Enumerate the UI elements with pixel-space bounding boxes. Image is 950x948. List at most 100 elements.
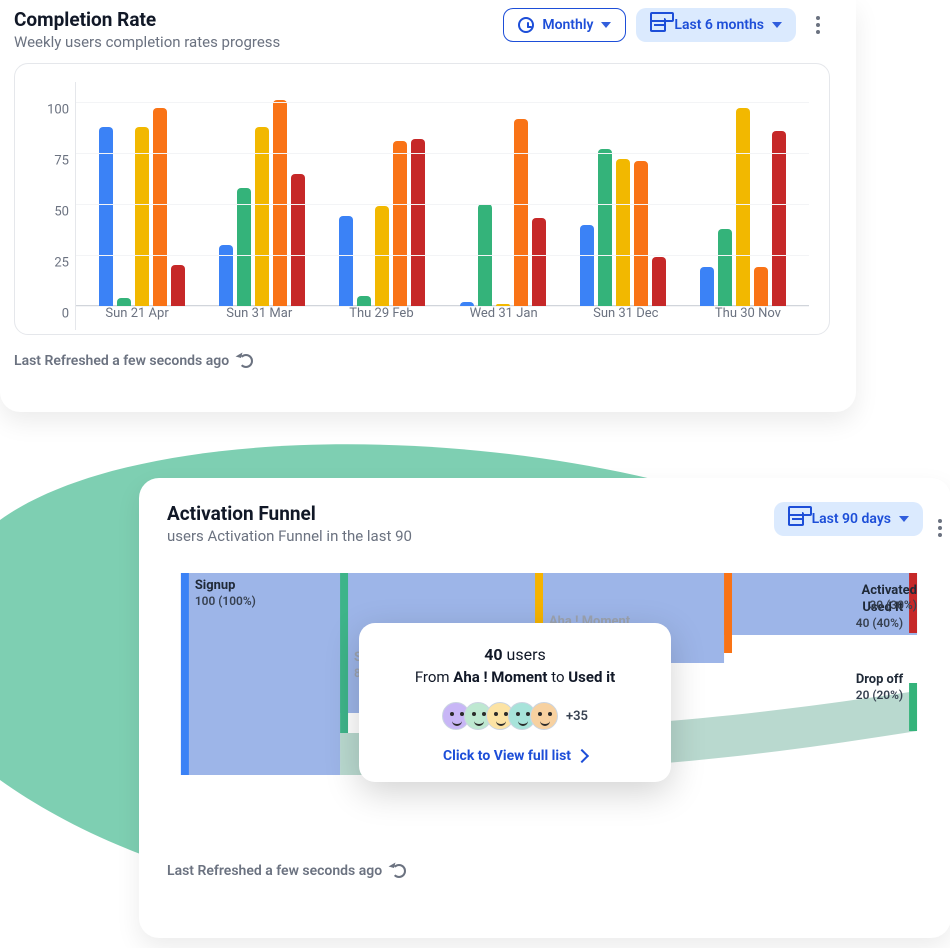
xtick: Sun 31 Dec — [565, 306, 687, 330]
tooltip-from-prefix: From — [415, 668, 453, 686]
range-label: Last 6 months — [674, 17, 764, 33]
funnel-bar-used — [724, 573, 732, 653]
range-dropdown[interactable]: Last 6 months — [636, 8, 796, 42]
period-label: Monthly — [542, 17, 593, 33]
bar[interactable] — [598, 149, 612, 306]
completion-yaxis: 0255075100 — [35, 82, 75, 330]
bar[interactable] — [772, 131, 786, 306]
tooltip-path: From Aha ! Moment to Used it — [377, 668, 653, 686]
gridline — [76, 204, 809, 205]
bar[interactable] — [652, 257, 666, 306]
tooltip-count-suffix: users — [503, 645, 546, 664]
chevron-down-icon — [601, 22, 611, 28]
completion-refreshed-text: Last Refreshed a few seconds ago — [14, 353, 229, 369]
funnel-bar-setup — [340, 573, 348, 733]
bar[interactable] — [219, 245, 233, 306]
bar-group — [82, 82, 202, 306]
bar[interactable] — [718, 229, 732, 306]
xtick: Thu 30 Nov — [687, 306, 809, 330]
tooltip-from-stage: Aha ! Moment — [453, 668, 547, 686]
xtick: Sun 31 Mar — [198, 306, 320, 330]
bar-group — [563, 82, 683, 306]
dots-vertical-icon — [816, 23, 820, 27]
funnel-bar-signup — [181, 573, 189, 775]
bar-group — [443, 82, 563, 306]
bar[interactable] — [153, 108, 167, 306]
tooltip-view-full-list-link[interactable]: Click to View full list — [443, 748, 587, 764]
completion-refreshed: Last Refreshed a few seconds ago — [14, 353, 830, 369]
bar-group — [683, 82, 803, 306]
activation-funnel-card: Activation Funnel users Activation Funne… — [139, 478, 950, 938]
activation-subtitle: users Activation Funnel in the last 90 — [167, 527, 412, 545]
tooltip-to-stage: Used it — [568, 668, 615, 686]
bar[interactable] — [171, 265, 185, 306]
xtick: Wed 31 Jan — [443, 306, 565, 330]
bar[interactable] — [580, 225, 594, 306]
activation-more-menu[interactable] — [928, 516, 950, 540]
gridline — [76, 255, 809, 256]
refresh-icon[interactable] — [239, 354, 253, 368]
bar[interactable] — [736, 108, 750, 306]
bar[interactable] — [616, 159, 630, 306]
bar[interactable] — [291, 174, 305, 306]
tooltip-count: 40 — [484, 645, 502, 664]
tooltip-headline: 40 users — [377, 645, 653, 664]
arrow-right-icon — [575, 749, 589, 763]
gridline — [76, 102, 809, 103]
bar[interactable] — [237, 188, 251, 306]
bar[interactable] — [273, 100, 287, 306]
funnel-stage-dropoff-sub: 20 (20%) — [856, 688, 903, 702]
xtick: Sun 21 Apr — [76, 306, 198, 330]
bar-group — [202, 82, 322, 306]
tooltip-more-count: +35 — [566, 709, 588, 724]
bar[interactable] — [393, 141, 407, 306]
funnel-stage-signup-sub: 100 (100%) — [195, 594, 256, 608]
bar[interactable] — [375, 206, 389, 306]
gridline — [76, 153, 809, 154]
bar[interactable] — [339, 216, 353, 306]
completion-rate-card: Completion Rate Weekly users completion … — [0, 0, 856, 412]
bar[interactable] — [754, 267, 768, 306]
ytick: 25 — [54, 256, 69, 271]
completion-plot: Sun 21 AprSun 31 MarThu 29 FebWed 31 Jan… — [75, 82, 809, 330]
calendar-icon — [788, 512, 804, 526]
ytick: 0 — [62, 307, 69, 322]
bar[interactable] — [634, 161, 648, 306]
clock-icon — [518, 17, 534, 33]
completion-more-menu[interactable] — [806, 13, 830, 37]
funnel-stage-signup: Signup — [195, 578, 236, 593]
xtick: Thu 29 Feb — [320, 306, 442, 330]
tooltip-avatars: +35 — [442, 702, 588, 730]
funnel-stage-activated: Activated — [861, 583, 917, 598]
bar[interactable] — [357, 296, 371, 306]
funnel-panel: Signup 100 (100%) Setup 80 (80%) Aha ! M… — [167, 563, 923, 853]
ytick: 100 — [47, 103, 69, 118]
funnel-stage-used-sub: 40 (40%) — [856, 616, 903, 630]
dots-vertical-icon — [938, 526, 942, 530]
funnel-stage-dropoff: Drop off — [856, 672, 904, 687]
activation-refreshed-text: Last Refreshed a few seconds ago — [167, 863, 382, 879]
completion-title: Completion Rate — [14, 8, 280, 31]
activation-title: Activation Funnel — [167, 502, 412, 525]
chevron-down-icon — [899, 516, 909, 522]
tooltip-to-connector: to — [547, 668, 568, 686]
funnel-stage-activated-sub: 30 (30%) — [861, 598, 917, 612]
bar[interactable] — [117, 298, 131, 306]
activation-range-label: Last 90 days — [812, 511, 891, 527]
bar[interactable] — [700, 267, 714, 306]
activation-refreshed: Last Refreshed a few seconds ago — [167, 863, 923, 879]
tooltip-link-text: Click to View full list — [443, 748, 571, 764]
bar[interactable] — [411, 139, 425, 306]
bar[interactable] — [514, 119, 528, 306]
gridline — [76, 306, 809, 307]
avatar — [530, 702, 558, 730]
chevron-down-icon — [772, 22, 782, 28]
ytick: 50 — [54, 205, 69, 220]
period-dropdown[interactable]: Monthly — [503, 8, 626, 42]
completion-subtitle: Weekly users completion rates progress — [14, 33, 280, 51]
bar[interactable] — [532, 218, 546, 306]
funnel-bar-dropoff — [909, 683, 917, 731]
activation-range-dropdown[interactable]: Last 90 days — [774, 502, 923, 536]
refresh-icon[interactable] — [392, 864, 406, 878]
bar-group — [322, 82, 442, 306]
